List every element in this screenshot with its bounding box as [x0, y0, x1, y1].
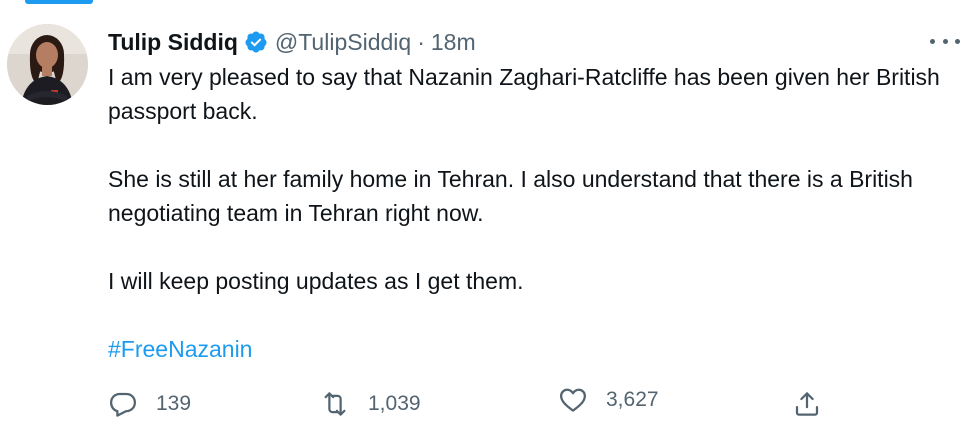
tweet-text: I am very pleased to say that Nazanin Za… [108, 60, 958, 366]
handle[interactable]: @TulipSiddiq [275, 29, 411, 56]
like-button[interactable]: 3,627 [558, 380, 659, 420]
reply-count: 139 [156, 392, 192, 415]
retweet-count: 1,039 [368, 392, 421, 415]
reply-button[interactable]: 139 [108, 384, 191, 424]
reply-icon [110, 392, 136, 417]
like-icon [560, 388, 586, 412]
timestamp[interactable]: 18m [431, 29, 476, 56]
avatar[interactable] [7, 24, 88, 105]
retweet-icon [324, 392, 346, 416]
share-icon [795, 392, 819, 416]
display-name[interactable]: Tulip Siddiq [108, 29, 238, 56]
tweet-paragraph: She is still at her family home in Tehra… [108, 166, 913, 226]
action-bar: 139 1,039 3,627 [108, 384, 848, 424]
more-options-icon[interactable] [930, 31, 960, 51]
top-tab-indicator [25, 0, 93, 4]
more-dot [942, 38, 948, 44]
retweet-button[interactable]: 1,039 [320, 384, 421, 424]
tweet-paragraph: I will keep posting updates as I get the… [108, 268, 524, 294]
more-dot [930, 38, 935, 44]
tweet-card[interactable]: Tulip Siddiq @TulipSiddiq · 18m I am ver… [0, 0, 980, 439]
share-button[interactable] [792, 384, 822, 424]
tweet-header: Tulip Siddiq @TulipSiddiq · 18m [108, 25, 476, 59]
like-count: 3,627 [606, 388, 659, 411]
tweet-paragraph: I am very pleased to say that Nazanin Za… [108, 64, 940, 124]
hashtag-link[interactable]: #FreeNazanin [108, 332, 958, 366]
avatar-photo [7, 24, 88, 105]
verified-badge-icon [245, 31, 267, 53]
separator-dot: · [417, 28, 425, 55]
more-dot [955, 38, 960, 44]
